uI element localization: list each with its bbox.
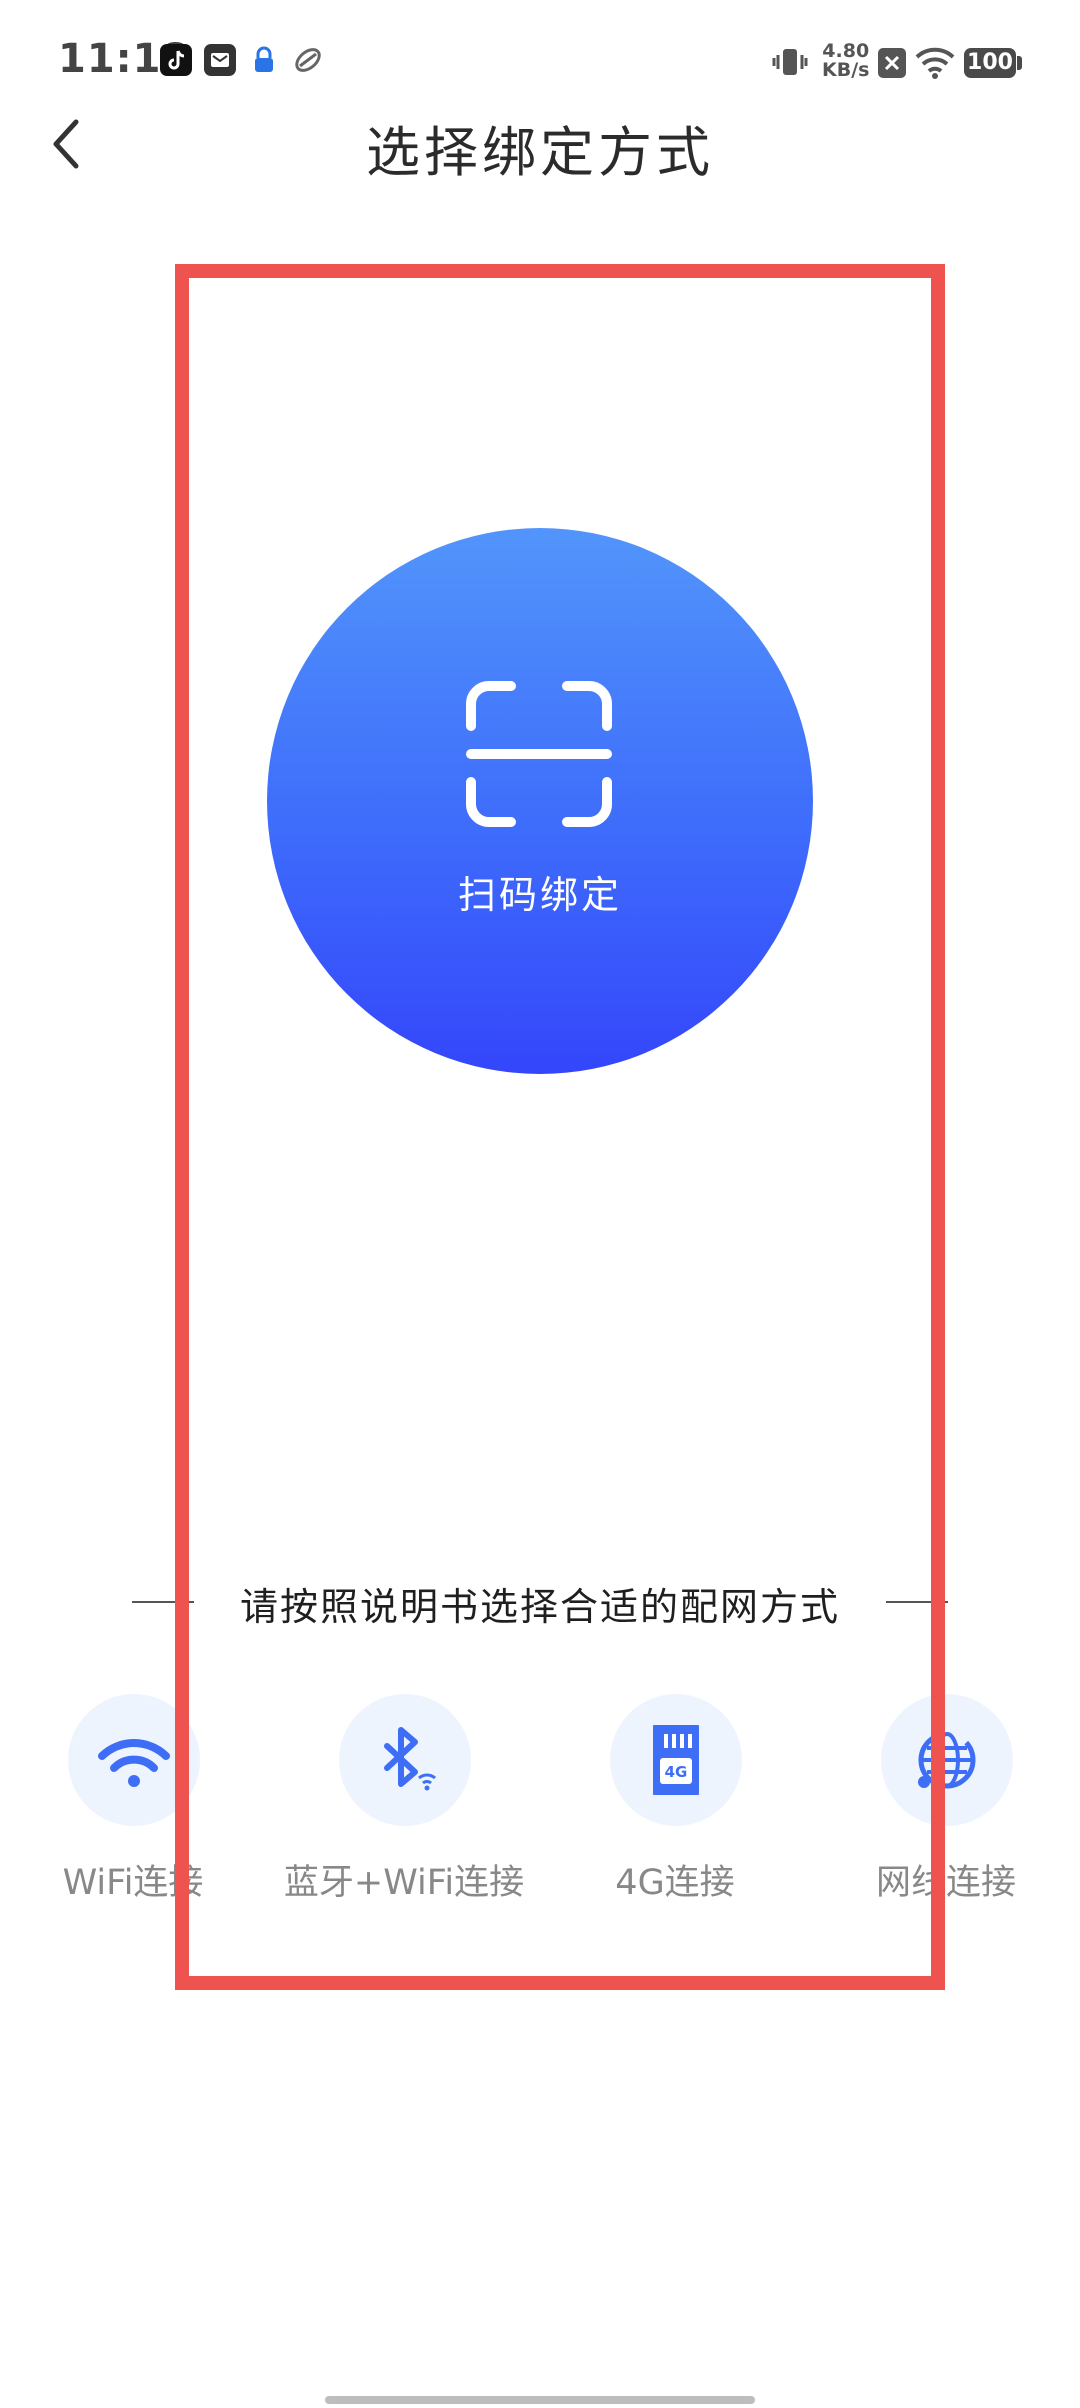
tiktok-icon — [160, 44, 192, 76]
message-app-icon — [204, 44, 236, 76]
wifi-icon — [98, 1739, 170, 1787]
close-notification-icon — [878, 48, 906, 78]
vibrate-icon — [772, 49, 808, 75]
sync-app-icon — [292, 44, 324, 76]
home-indicator[interactable] — [325, 2396, 755, 2404]
page: 11:18 4.80 KB/s 100 选择绑定方式 扫码绑定 请按照说明书选择… — [0, 0, 1080, 2408]
lock-app-icon — [248, 44, 280, 76]
highlight-box — [175, 264, 945, 1990]
battery-tip — [1017, 56, 1022, 70]
net-speed: 4.80 KB/s — [822, 40, 870, 81]
battery-indicator: 100 — [964, 48, 1016, 78]
page-title: 选择绑定方式 — [366, 121, 714, 184]
wifi-status-icon — [915, 47, 955, 79]
